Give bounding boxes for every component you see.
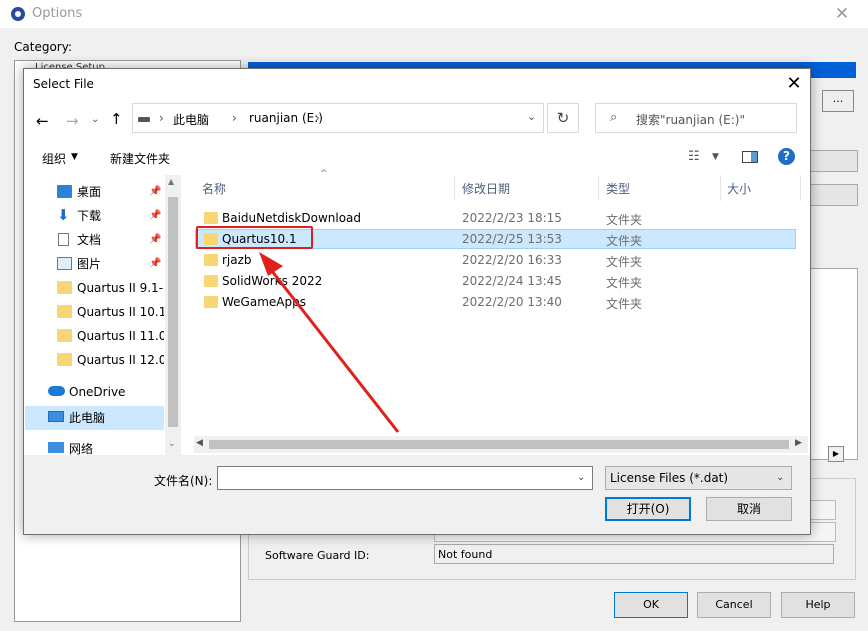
annotation-arrow-icon xyxy=(259,252,400,433)
